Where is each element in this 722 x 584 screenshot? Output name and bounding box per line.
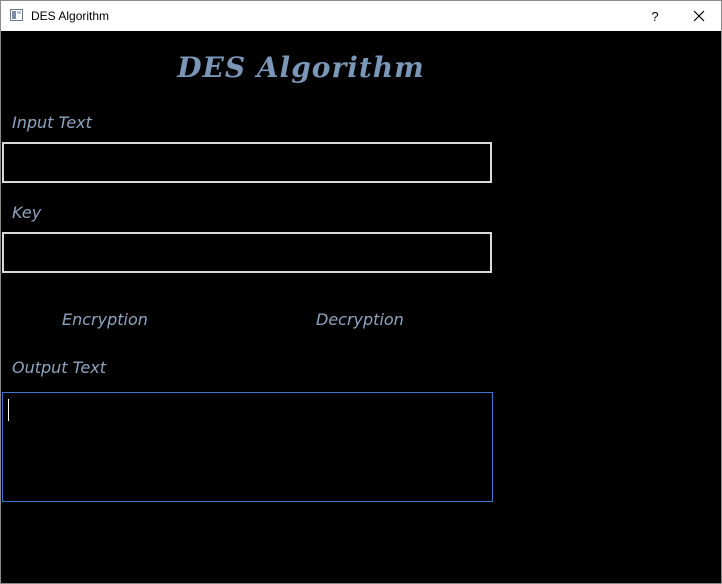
help-button[interactable]: ? — [633, 1, 677, 31]
input-text-label: Input Text — [12, 113, 92, 132]
encryption-button[interactable]: Encryption — [62, 307, 148, 331]
output-text-label: Output Text — [12, 358, 107, 377]
input-text-field[interactable] — [4, 144, 490, 181]
text-caret — [8, 399, 9, 421]
window-title: DES Algorithm — [31, 9, 110, 23]
key-field[interactable] — [4, 234, 490, 271]
page-title: DES Algorithm — [177, 51, 425, 84]
output-text-area[interactable] — [3, 393, 492, 501]
close-icon — [693, 10, 705, 22]
close-button[interactable] — [677, 1, 721, 31]
app-icon — [10, 9, 23, 21]
input-text-field-frame — [2, 142, 492, 183]
decryption-button[interactable]: Decryption — [316, 307, 404, 331]
title-bar[interactable]: DES Algorithm ? — [1, 1, 721, 31]
key-field-frame — [2, 232, 492, 273]
output-text-box[interactable] — [2, 392, 493, 502]
key-label: Key — [12, 203, 42, 222]
app-window: DES Algorithm ? DES Algorithm Input Text… — [0, 0, 722, 584]
